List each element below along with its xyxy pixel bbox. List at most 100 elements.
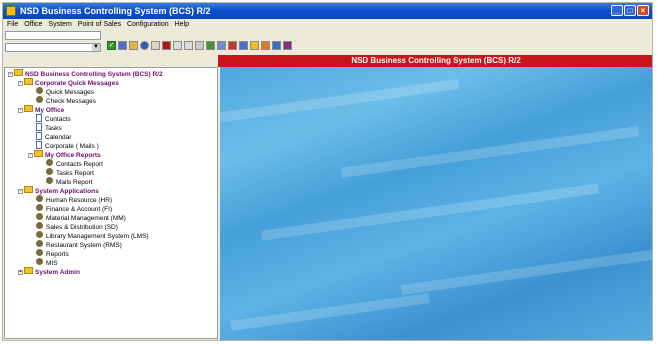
window-title: NSD Business Controlling System (BCS) R/…: [20, 6, 211, 16]
tree-folder-label: Corporate Quick Messages: [35, 80, 119, 87]
tree-item-material-management[interactable]: Material Management (MM): [36, 213, 126, 222]
tree-item-sales-distribution[interactable]: Sales & Distribution (SD): [36, 222, 118, 231]
collapse-icon[interactable]: -: [8, 72, 13, 77]
folder-open-icon[interactable]: [250, 41, 259, 50]
tree-item-label: Mails Report: [56, 179, 93, 186]
tree-folder-my-office-reports[interactable]: - My Office Reports: [28, 150, 101, 159]
tree-item-label: Quick Messages: [46, 89, 95, 96]
refresh-icon[interactable]: [140, 41, 149, 50]
tree-item-tasks[interactable]: Tasks: [36, 123, 62, 132]
background-texture: [220, 78, 460, 126]
pencil-icon[interactable]: [129, 41, 138, 50]
find-icon[interactable]: [206, 41, 215, 50]
title-bar: NSD Business Controlling System (BCS) R/…: [3, 3, 652, 19]
gear-icon: [36, 258, 43, 265]
folder-icon: [24, 78, 33, 85]
tree-item-contacts[interactable]: Contacts: [36, 114, 71, 123]
menu-help[interactable]: Help: [172, 19, 192, 30]
tasks-icon: [36, 123, 42, 131]
tree-item-label: Restaurant System (RMS): [46, 242, 122, 249]
tree-item-label: Material Management (MM): [46, 215, 126, 222]
tree-item-label: MIS: [46, 260, 58, 267]
banner: NSD Business Controlling System (BCS) R/…: [218, 55, 652, 67]
tree-item-mails-report[interactable]: Mails Report: [46, 177, 92, 186]
tree-root-label: NSD Business Controlling System (BCS) R/…: [25, 71, 163, 78]
main-content-area: [220, 67, 652, 340]
save-icon[interactable]: [118, 41, 127, 50]
folder-icon: [34, 150, 43, 157]
tree-item-check-messages[interactable]: Check Messages: [36, 96, 96, 105]
close-button[interactable]: ×: [637, 5, 649, 16]
tree-folder-label: My Office Reports: [45, 152, 101, 159]
collapse-icon[interactable]: -: [18, 189, 23, 194]
folder-icon: [14, 69, 23, 76]
tree-item-restaurant-system[interactable]: Restaurant System (RMS): [36, 240, 122, 249]
tree-item-tasks-report[interactable]: Tasks Report: [46, 168, 94, 177]
gear-icon: [36, 240, 43, 247]
tree-item-finance-account[interactable]: Finance & Account (FI): [36, 204, 112, 213]
chart-icon[interactable]: [217, 41, 226, 50]
contacts-icon: [36, 114, 42, 122]
menu-system[interactable]: System: [45, 19, 74, 30]
tree-folder-label: My Office: [35, 107, 65, 114]
gear-icon: [46, 159, 53, 166]
stop-icon[interactable]: [162, 41, 171, 50]
folder-icon: [24, 105, 33, 112]
tree-item-label: Human Resource (HR): [46, 197, 113, 204]
tree-folder-label: System Applications: [35, 188, 99, 195]
combo-bottom[interactable]: ▼: [5, 43, 101, 52]
tree-item-label: Finance & Account (FI): [46, 206, 113, 213]
tree-folder-system-admin[interactable]: + System Admin: [18, 267, 80, 276]
background-texture: [400, 248, 652, 296]
menu-file[interactable]: File: [3, 19, 21, 30]
tree-item-quick-messages[interactable]: Quick Messages: [36, 87, 94, 96]
minimize-button[interactable]: _: [611, 5, 623, 16]
tree-item-library-management[interactable]: Library Management System (LMS): [36, 231, 149, 240]
check-icon[interactable]: ✓: [107, 41, 116, 50]
collapse-icon[interactable]: -: [28, 153, 33, 158]
document-icon[interactable]: [173, 41, 182, 50]
copy-icon[interactable]: [184, 41, 193, 50]
tree-item-contacts-report[interactable]: Contacts Report: [46, 159, 103, 168]
mail-icon[interactable]: [261, 41, 270, 50]
background-texture: [260, 183, 600, 241]
tree-item-label: Sales & Distribution (SD): [46, 224, 118, 231]
tree-root[interactable]: - NSD Business Controlling System (BCS) R…: [8, 69, 163, 78]
collapse-icon[interactable]: -: [18, 108, 23, 113]
expand-icon[interactable]: +: [18, 270, 23, 275]
maximize-button[interactable]: □: [624, 5, 636, 16]
help-icon[interactable]: [272, 41, 281, 50]
gear-icon: [46, 177, 53, 184]
navigation-tree: - NSD Business Controlling System (BCS) R…: [4, 67, 218, 339]
gear-icon: [36, 231, 43, 238]
tree-item-label: Check Messages: [46, 98, 96, 105]
collapse-icon[interactable]: -: [18, 81, 23, 86]
menu-point-of-sales[interactable]: Point of Sales: [75, 19, 124, 30]
tree-folder-label: System Admin: [35, 269, 80, 276]
combo-top[interactable]: [5, 31, 101, 40]
tree-folder-system-applications[interactable]: - System Applications: [18, 186, 99, 195]
print-icon[interactable]: [151, 41, 160, 50]
calendar-icon[interactable]: [239, 41, 248, 50]
tree-item-label: Contacts Report: [56, 161, 103, 168]
tree-item-calendar[interactable]: Calendar: [36, 132, 71, 141]
tree-item-mis[interactable]: MIS: [36, 258, 58, 267]
menu-office[interactable]: Office: [21, 19, 45, 30]
settings-icon[interactable]: [283, 41, 292, 50]
tree-folder-my-office[interactable]: - My Office: [18, 105, 64, 114]
tree-folder-corporate-quick-messages[interactable]: - Corporate Quick Messages: [18, 78, 119, 87]
toolbar-icons: ✓: [107, 41, 294, 53]
gear-icon: [36, 96, 43, 103]
paste-icon[interactable]: [195, 41, 204, 50]
report-icon[interactable]: [228, 41, 237, 50]
tree-item-corporate-mails[interactable]: Corporate ( Mails ): [36, 141, 99, 150]
menu-configuration[interactable]: Configuration: [124, 19, 172, 30]
chevron-down-icon[interactable]: ▼: [92, 44, 100, 51]
tree-item-reports[interactable]: Reports: [36, 249, 69, 258]
tree-item-human-resource[interactable]: Human Resource (HR): [36, 195, 112, 204]
tree-item-label: Tasks Report: [56, 170, 94, 177]
mail-icon: [36, 141, 42, 149]
background-texture: [340, 126, 640, 178]
calendar-icon: [36, 132, 42, 140]
gear-icon: [36, 249, 43, 256]
